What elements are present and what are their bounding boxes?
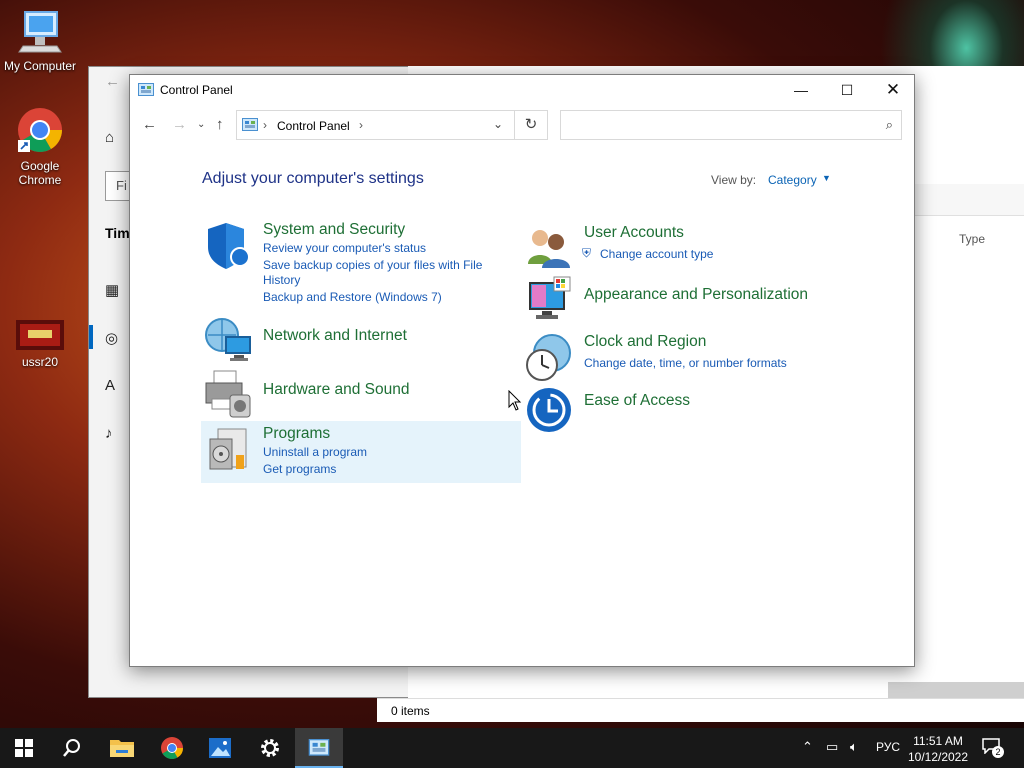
shield-icon [208, 223, 250, 269]
close-button[interactable]: ✕ [870, 75, 916, 105]
view-by-dropdown[interactable]: Category [768, 173, 817, 187]
forward-button[interactable]: → [172, 116, 187, 133]
printer-icon [205, 370, 251, 418]
category-link[interactable]: History [263, 273, 300, 287]
settings-icon [261, 739, 279, 757]
start-icon [15, 739, 33, 757]
control-panel-icon [242, 118, 258, 131]
window-title: Control Panel [160, 83, 233, 97]
search-icon: ⌕ [885, 117, 893, 132]
desktop-icon-label: My Computer [3, 59, 77, 73]
input-language-indicator[interactable]: РУС [876, 740, 900, 754]
category-link[interactable]: Change account type [600, 247, 713, 261]
notification-count-badge: 2 [992, 746, 1004, 758]
category-link[interactable]: Get programs [263, 462, 336, 476]
category-title[interactable]: Ease of Access [584, 392, 690, 410]
taskbar-chrome[interactable] [148, 728, 196, 768]
breadcrumb-chevron-icon[interactable]: › [263, 118, 267, 132]
taskbar-settings[interactable] [246, 728, 294, 768]
view-by-dropdown-arrow-icon[interactable]: ▼ [822, 173, 831, 183]
category-title[interactable]: Appearance and Personalization [584, 286, 808, 304]
home-icon[interactable]: ⌂ [105, 129, 114, 146]
status-bar-item-count: 0 items [377, 698, 1024, 722]
control-panel-window: Control Panel — ☐ ✕ ← → ⌄ ↑ › Control Pa… [129, 74, 915, 667]
back-arrow-icon[interactable]: ← [105, 73, 120, 90]
users-icon [528, 230, 570, 268]
category-link[interactable]: Change date, time, or number formats [584, 356, 787, 370]
maximize-button[interactable]: ☐ [824, 75, 870, 105]
control-panel-icon [308, 739, 330, 756]
address-bar[interactable]: › Control Panel › ⌄ [236, 110, 515, 140]
column-header-type[interactable]: Type [959, 232, 985, 246]
ease-of-access-icon [527, 388, 571, 432]
recent-locations-chevron-icon[interactable]: ⌄ [197, 119, 205, 130]
chrome-icon [18, 108, 62, 152]
taskbar-file-explorer[interactable] [98, 728, 146, 768]
network-icon[interactable]: ▭ [826, 739, 838, 755]
taskbar: ⌃ ▭ 🔈︎ РУС 11:51 AM 10/12/2022 2 [0, 728, 1024, 768]
language-icon[interactable]: A [105, 377, 115, 394]
clock-date: 10/12/2022 [907, 750, 969, 764]
refresh-button[interactable]: ↻ [515, 110, 548, 140]
desktop-icon-label: Google Chrome [18, 159, 62, 187]
mouse-cursor-icon [508, 390, 522, 411]
breadcrumb-chevron-icon[interactable]: › [359, 118, 363, 132]
file-explorer-icon [110, 740, 134, 757]
taskbar-control-panel[interactable] [295, 728, 343, 768]
category-title[interactable]: Network and Internet [263, 327, 407, 345]
search-input[interactable]: ⌕ [560, 110, 902, 140]
desktop-icon-label: ussr20 [21, 355, 59, 369]
address-dropdown-chevron-icon[interactable]: ⌄ [493, 117, 503, 131]
category-link[interactable]: Backup and Restore (Windows 7) [263, 290, 442, 304]
desktop-icon-my-computer[interactable]: My Computer [0, 10, 80, 73]
category-title[interactable]: Hardware and Sound [263, 381, 410, 399]
search-icon [63, 739, 80, 757]
back-button[interactable]: ← [142, 116, 157, 133]
view-by-label: View by: [711, 173, 757, 187]
clock-globe-icon [526, 334, 571, 381]
network-globe-icon [205, 318, 251, 361]
show-hidden-icons-chevron-icon[interactable]: ⌃ [802, 739, 813, 755]
desktop-icon-ussr20[interactable]: ussr20 [0, 320, 80, 369]
volume-icon[interactable]: 🔈︎ [850, 739, 858, 755]
taskbar-clock[interactable]: 11:51 AM 10/12/2022 [902, 733, 974, 765]
microphone-icon[interactable]: ♪ [105, 425, 113, 442]
page-title: Adjust your computer's settings [202, 170, 424, 187]
minimize-button[interactable]: — [778, 75, 824, 105]
category-link[interactable]: Save backup copies of your files with Fi… [263, 258, 482, 272]
calendar-clock-icon[interactable]: ▦ [105, 281, 119, 299]
category-link[interactable]: Uninstall a program [263, 445, 367, 459]
game-shortcut-icon [16, 320, 64, 350]
clock-time: 11:51 AM [913, 734, 963, 748]
category-title[interactable]: System and Security [263, 221, 405, 239]
category-title[interactable]: Clock and Region [584, 333, 706, 351]
chrome-icon [161, 737, 183, 759]
desktop-icon-google-chrome[interactable]: Google Chrome [0, 106, 80, 187]
taskbar-photos[interactable] [196, 728, 244, 768]
my-computer-icon [18, 11, 62, 53]
selected-nav-indicator [89, 325, 93, 349]
category-title[interactable]: Programs [263, 425, 330, 443]
title-bar[interactable]: Control Panel — ☐ ✕ [130, 75, 914, 105]
programs-icon [209, 428, 247, 470]
action-center-button[interactable]: 2 [982, 738, 1004, 758]
breadcrumb-control-panel[interactable]: Control Panel [277, 119, 350, 133]
appearance-icon [529, 276, 571, 319]
category-title[interactable]: User Accounts [584, 224, 684, 242]
taskbar-search-button[interactable] [48, 728, 96, 768]
globe-icon[interactable]: ◎ [105, 329, 118, 347]
start-button[interactable] [0, 728, 48, 768]
control-panel-icon [138, 83, 154, 96]
up-button[interactable]: ↑ [216, 116, 224, 133]
category-link[interactable]: Review your computer's status [263, 241, 426, 255]
horizontal-scrollbar[interactable] [888, 682, 1024, 698]
photos-icon [209, 738, 231, 758]
section-title: Tim [105, 225, 130, 241]
uac-shield-icon: ⛨ [582, 246, 592, 260]
